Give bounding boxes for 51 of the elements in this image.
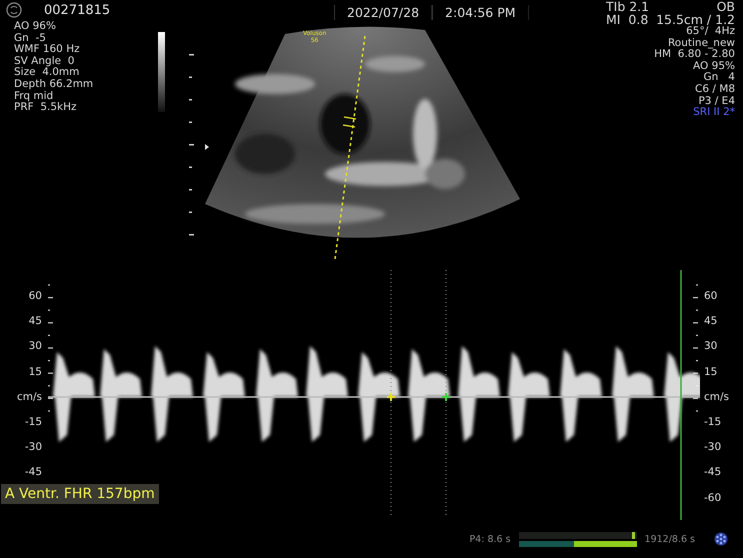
velocity-scale-label: -60 — [704, 490, 722, 506]
imaging-parameter: 65°/ 4Hz — [686, 26, 735, 38]
safety-index: TIb 2.1 — [606, 0, 650, 13]
imaging-parameter: Routine_new — [668, 38, 735, 49]
caliper-marker-icon[interactable] — [441, 392, 451, 402]
velocity-scale-label: -30 — [24, 440, 43, 456]
velocity-scale-label: 30 — [704, 339, 718, 354]
imaging-parameter: WMF 160 Hz — [14, 44, 81, 56]
focus-marker-icon — [205, 144, 209, 150]
imaging-parameter: PRF 5.5kHz — [14, 102, 78, 114]
velocity-scale-label: cm/s — [16, 390, 43, 405]
velocity-scale-label: -45 — [24, 465, 43, 480]
imaging-parameter: Frq mid — [14, 90, 54, 102]
cine-progress-bar[interactable] — [518, 532, 637, 546]
sample-line[interactable] — [334, 36, 366, 260]
exam-date: 2022/07/28 — [334, 4, 432, 20]
imaging-parameter: SV Angle 0 — [14, 56, 74, 68]
velocity-scale-label: 30 — [28, 339, 43, 354]
caliper-marker-icon[interactable] — [386, 392, 396, 402]
imaging-parameter: Gn -5 — [14, 32, 47, 44]
imaging-parameter: C6 / M8 — [695, 84, 735, 96]
imaging-parameter: SRI II 2* — [693, 107, 735, 119]
display-setting: OB — [716, 0, 735, 13]
velocity-scale-label: -45 — [704, 465, 722, 480]
sample-gate-icon[interactable] — [342, 116, 356, 128]
imaging-parameter: P3 / E4 — [698, 96, 735, 107]
safety-index: MI 0.8 — [606, 13, 648, 26]
cine-position-marker[interactable] — [632, 532, 636, 538]
velocity-scale-label: 45 — [28, 314, 43, 330]
imaging-parameter: AO 96% — [14, 21, 57, 33]
hexagon-pattern-icon — [713, 531, 729, 547]
imaging-parameter: AO 95% — [693, 60, 735, 72]
velocity-scale-label: 45 — [704, 314, 718, 330]
cine-length: P4: 8.6 s — [469, 534, 511, 544]
exam-time: 2:04:56 PM — [432, 4, 529, 20]
display-setting: 15.5cm / 1.2 — [656, 13, 735, 26]
imaging-parameter: Gn 4 — [704, 72, 735, 84]
patient-id: 00271815 — [44, 2, 110, 18]
velocity-scale-label: -15 — [24, 414, 43, 430]
velocity-scale-label: 15 — [28, 364, 43, 380]
imaging-parameter: Depth 66.2mm — [14, 78, 94, 91]
imaging-parameter: Size 4.0mm — [14, 67, 80, 79]
velocity-scale-label: cm/s — [704, 390, 730, 405]
imaging-parameter: HM 6.80 - 2.80 — [654, 49, 735, 61]
velocity-scale-label: 60 — [704, 289, 718, 304]
velocity-scale-label: -30 — [704, 440, 722, 456]
velocity-scale-label: 15 — [704, 364, 718, 380]
velocity-scale-label: 60 — [28, 289, 43, 304]
measurement-label: A Ventr. FHR 157bpm — [1, 484, 159, 504]
cine-frame-count: 1912/8.6 s — [644, 534, 695, 544]
velocity-scale-label: -15 — [704, 414, 722, 430]
